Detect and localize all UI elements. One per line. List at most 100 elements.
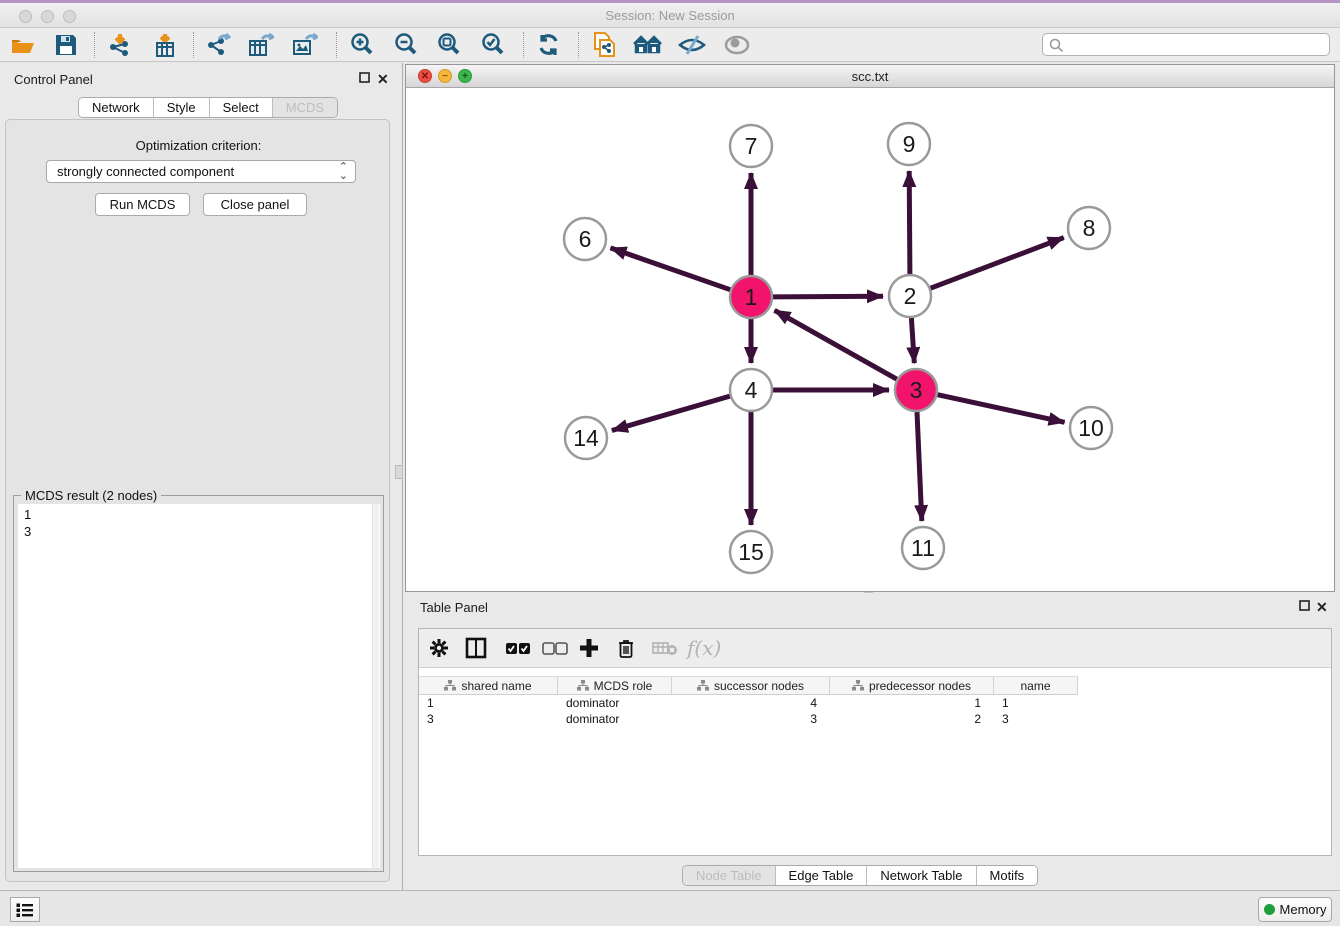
graph-edge-3-10[interactable]: [938, 395, 1065, 423]
home-icon[interactable]: [631, 31, 665, 59]
cell-predecessor-nodes[interactable]: 1: [830, 695, 994, 711]
graph-node-11[interactable]: 11: [902, 527, 944, 569]
graph-node-4[interactable]: 4: [730, 369, 772, 411]
close-panel-button[interactable]: Close panel: [203, 193, 307, 216]
cell-name[interactable]: 1: [994, 695, 1078, 711]
split-pane-icon[interactable]: [465, 635, 487, 661]
divider-grip[interactable]: [395, 465, 403, 479]
task-history-button[interactable]: [10, 897, 40, 922]
memory-status-icon: [1264, 904, 1275, 915]
mcds-result-title: MCDS result (2 nodes): [21, 488, 161, 503]
close-table-panel-icon[interactable]: ✕: [1316, 599, 1328, 616]
tab-select[interactable]: Select: [210, 98, 273, 118]
cell-shared-name[interactable]: 3: [419, 711, 558, 727]
tab-mcds[interactable]: MCDS: [273, 98, 337, 118]
graph-edge-2-8[interactable]: [931, 238, 1064, 289]
graph-node-15[interactable]: 15: [730, 531, 772, 573]
column-header-predecessor-nodes[interactable]: predecessor nodes: [830, 676, 994, 695]
graph-edge-3-11[interactable]: [917, 412, 922, 521]
tab-style[interactable]: Style: [154, 98, 210, 118]
delete-table-icon[interactable]: [652, 635, 678, 661]
cell-name[interactable]: 3: [994, 711, 1078, 727]
cell-shared-name[interactable]: 1: [419, 695, 558, 711]
graph-edge-4-14[interactable]: [612, 396, 730, 430]
duplicate-network-icon[interactable]: [588, 31, 622, 59]
float-table-panel-icon[interactable]: [1299, 600, 1310, 614]
graph-edge-1-2[interactable]: [773, 296, 883, 297]
cell-MCDS-role[interactable]: dominator: [558, 695, 672, 711]
network-window-titlebar[interactable]: ✕ − + scc.txt: [406, 65, 1334, 88]
graph-node-7[interactable]: 7: [730, 125, 772, 167]
deselect-all-icon[interactable]: [542, 635, 568, 661]
network-graph[interactable]: 7 9 6 8 1 2 4 3 14 10 15 11: [406, 88, 1334, 591]
graph-edge-2-9[interactable]: [909, 171, 910, 274]
toolbar-separator: [578, 32, 579, 58]
hide-eye-icon[interactable]: [675, 31, 709, 59]
status-bar: Memory: [0, 890, 1340, 926]
run-mcds-button[interactable]: Run MCDS: [95, 193, 190, 216]
show-eye-icon[interactable]: [720, 31, 754, 59]
graph-node-3[interactable]: 3: [895, 369, 937, 411]
cell-MCDS-role[interactable]: dominator: [558, 711, 672, 727]
column-header-successor-nodes[interactable]: successor nodes: [672, 676, 830, 695]
column-header-name[interactable]: name: [994, 676, 1078, 695]
node-table: shared nameMCDS rolesuccessor nodesprede…: [419, 676, 1078, 727]
graph-edge-3-1[interactable]: [775, 310, 897, 379]
mcds-result-text[interactable]: 1 3: [18, 504, 380, 868]
select-all-icon[interactable]: [505, 635, 531, 661]
mcds-tab-content: Optimization criterion: strongly connect…: [5, 119, 390, 882]
graph-node-8[interactable]: 8: [1068, 207, 1110, 249]
search-input[interactable]: [1067, 35, 1325, 54]
table-tab-edge-table[interactable]: Edge Table: [776, 866, 868, 886]
function-builder-icon[interactable]: f(x): [687, 635, 721, 661]
close-panel-icon[interactable]: ✕: [377, 71, 389, 88]
graph-node-2[interactable]: 2: [889, 275, 931, 317]
table-tab-motifs[interactable]: Motifs: [977, 866, 1038, 886]
control-panel-title: Control Panel: [14, 72, 93, 87]
graph-edge-2-3[interactable]: [911, 318, 914, 363]
result-scrollbar[interactable]: [372, 504, 379, 868]
column-header-MCDS-role[interactable]: MCDS role: [558, 676, 672, 695]
svg-text:14: 14: [573, 425, 599, 451]
svg-text:1: 1: [745, 284, 758, 310]
graph-node-9[interactable]: 9: [888, 123, 930, 165]
gear-icon[interactable]: [429, 635, 449, 661]
table-row[interactable]: 3dominator323: [419, 711, 1078, 727]
tab-network[interactable]: Network: [79, 98, 154, 118]
svg-text:7: 7: [745, 133, 758, 159]
zoom-in-icon[interactable]: [345, 31, 379, 59]
svg-text:9: 9: [903, 131, 916, 157]
column-header-shared-name[interactable]: shared name: [419, 676, 558, 695]
export-image-icon[interactable]: [288, 31, 322, 59]
svg-text:6: 6: [579, 226, 592, 252]
import-table-icon[interactable]: [148, 31, 182, 59]
mcds-result-groupbox: MCDS result (2 nodes) 1 3: [13, 495, 384, 872]
cell-successor-nodes[interactable]: 3: [672, 711, 830, 727]
export-network-icon[interactable]: [201, 31, 235, 59]
zoom-selected-icon[interactable]: [476, 31, 510, 59]
cell-successor-nodes[interactable]: 4: [672, 695, 830, 711]
table-row[interactable]: 1dominator411: [419, 695, 1078, 711]
save-icon[interactable]: [49, 31, 83, 59]
open-icon[interactable]: [6, 31, 40, 59]
graph-edge-1-6[interactable]: [611, 248, 731, 290]
graph-node-10[interactable]: 10: [1070, 407, 1112, 449]
refresh-layout-icon[interactable]: [532, 31, 566, 59]
add-icon[interactable]: [578, 635, 600, 661]
export-table-icon[interactable]: [244, 31, 278, 59]
table-panel-title: Table Panel: [420, 600, 488, 615]
table-tab-network-table[interactable]: Network Table: [867, 866, 976, 886]
zoom-fit-icon[interactable]: [432, 31, 466, 59]
import-network-icon[interactable]: [103, 31, 137, 59]
table-tab-node-table[interactable]: Node Table: [683, 866, 776, 886]
graph-node-14[interactable]: 14: [565, 417, 607, 459]
cell-predecessor-nodes[interactable]: 2: [830, 711, 994, 727]
graph-node-6[interactable]: 6: [564, 218, 606, 260]
delete-icon[interactable]: [616, 635, 636, 661]
graph-node-1[interactable]: 1: [730, 276, 772, 318]
zoom-out-icon[interactable]: [389, 31, 423, 59]
criterion-select[interactable]: strongly connected component ⌃⌄: [46, 160, 356, 183]
list-icon: [16, 902, 34, 918]
memory-button[interactable]: Memory: [1258, 897, 1332, 922]
float-panel-icon[interactable]: [359, 72, 370, 86]
